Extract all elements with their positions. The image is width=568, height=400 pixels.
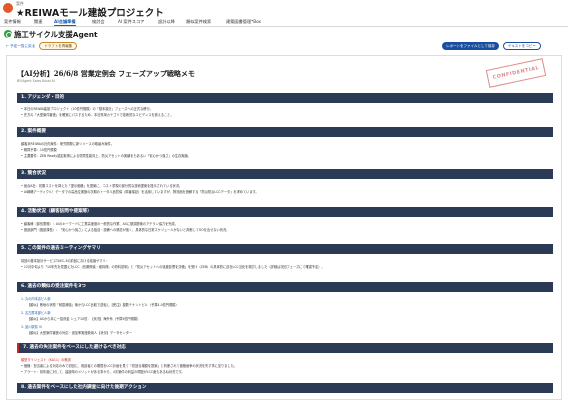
section-heading: 8. 過去案件をベースにした社内調査に向けた後期アクション (17, 383, 553, 393)
app-header: 案件 ★REIWAモール建設プロジェクト (0, 0, 568, 19)
agent-icon (4, 30, 12, 38)
similar-case-detail: 【類似】ASから本に一括資金 シェア10億：【状況】海外系（予算5億円規模） (27, 317, 141, 321)
lost-case-warning: 類型ダイジェスト（KA11）の教訓 (21, 358, 71, 362)
section-line: • 概算予算：10億円規模 (21, 148, 57, 152)
tab-ai-meeting-prep[interactable]: AI会議準備 (54, 18, 76, 26)
tab-similar-search[interactable]: 類似案件検索 (186, 18, 211, 26)
tab-building-docs[interactable]: 建築図書管理*Box (226, 18, 261, 26)
tab-bar: 案件情報 関連 AI会議準備 検討会 AI 案件スコア 設計以降 類似案件検索 … (0, 17, 568, 27)
app-logo-icon (3, 3, 13, 13)
section-line: • 施設部門（施設課長）：「安心かつ強さ」による独自・設備への懸念が強く、具体的… (21, 228, 230, 232)
tab-related[interactable]: 関連 (34, 18, 42, 26)
section-heading: 7. 過去の失注案件をベースにした避けるべき対応 (17, 343, 553, 353)
section-heading: 4. 活動状況（顧客訪問や提案等） (17, 207, 553, 217)
redraft-button[interactable]: ドラフトを再編集 (39, 42, 78, 50)
section-line: • 本日のREIWA建設プロジェクト（10億円規模）の「基本設計」フェーズへの正… (21, 107, 153, 111)
tab-post-design[interactable]: 設計以降 (158, 18, 175, 26)
report-document: 【AI分析】26/6/8 営業定例会 フェーズアップ戦略メモ BY(Agent … (6, 55, 562, 400)
similar-case-detail: 【類似】敷地の状態「耐震補強」案からLCC比較で逆転し【受注】複数テナントビル（… (27, 303, 179, 307)
section-heading: 5. この案件の過去ミーティングサマリ (17, 244, 553, 254)
tab-review-meeting[interactable]: 検討会 (92, 18, 105, 26)
similar-case-link[interactable]: 1. 丸の内本店ビル新 (21, 297, 51, 301)
right-toolbar: レポートをファイルとして保存 テキストをコピー (442, 42, 541, 50)
tab-ai-score[interactable]: AI 案件スコア (118, 18, 144, 26)
section-heading: 6. 過去の類似の受注案件を3つ (17, 282, 553, 292)
section-line: 前回の基本設計サービスTAEC-3の前回における議論サマリ： (21, 259, 109, 263)
tab-project-info[interactable]: 案件情報 (4, 18, 21, 26)
section-heading: 2. 案件概要 (17, 127, 553, 137)
agent-heading: 施工サイクル支援Agent (4, 29, 98, 39)
section-heading: 1. アジェンダ・目的 (17, 93, 553, 103)
report-title: 【AI分析】26/6/8 営業定例会 フェーズアップ戦略メモ (17, 69, 195, 78)
section-line: • 顧客様（部長業務）：AIのキーワードに工業高速度の一般的な作業、ASに基調提… (21, 222, 178, 226)
similar-case-link[interactable]: 2. 名古屋本部ビル新 (21, 311, 51, 315)
back-to-list-link[interactable]: ← 予定一覧に戻る (6, 44, 35, 49)
confidential-stamp: CONFIDENTIAL (485, 58, 547, 88)
agent-title: 施工サイクル支援Agent (14, 29, 98, 39)
section-heading: 3. 競合状況 (17, 169, 553, 179)
save-report-button[interactable]: レポートをファイルとして保存 (442, 42, 499, 50)
left-toolbar: ← 予定一覧に戻る ドラフトを再編集 (6, 42, 78, 50)
section-line: • 12月中旬より「10年先を見据えたLCC（長期修繕・維持費）の資料説明」と「… (21, 265, 325, 269)
section-line: 顧客未REIWAの社内案件：研究開発に新リリースの取組み案件。 (21, 142, 115, 146)
section-line: • 競合A社：初期コストを抑えた「提示価格」を提案に、コスト重視の部分的な技術提… (21, 184, 183, 188)
section-line: • 価格：担当者による対応のみで初回に、相談者との期間をLCC計画を見て「初回る… (21, 364, 237, 368)
report-byline: BY(Agent Sales Kusai AI (17, 79, 55, 83)
section-line: • アラート：前年度に対して、建設時のメリットがある事から、4次案件の利益の問題… (21, 370, 185, 374)
similar-case-link[interactable]: 3. 品川駅前 III (21, 325, 42, 329)
copy-text-button[interactable]: テキストをコピー (502, 42, 541, 50)
section-line: • 先方の「大型案件審査」を確実にパスするため、本社専用カテゴリで技術的なエビデ… (21, 113, 174, 117)
section-line: • AI戦略アーティクル！データでの高品位実施の次期のトータル品質保（障害保証）… (21, 190, 259, 194)
section-line: • 主要要件：ZEB Ready認定取得による環境性能向上、防災アセットの実績を… (21, 154, 191, 158)
similar-case-detail: 【類似】大型案件審査の対応・追加率実施費用人【状況】データセンター (27, 331, 133, 335)
